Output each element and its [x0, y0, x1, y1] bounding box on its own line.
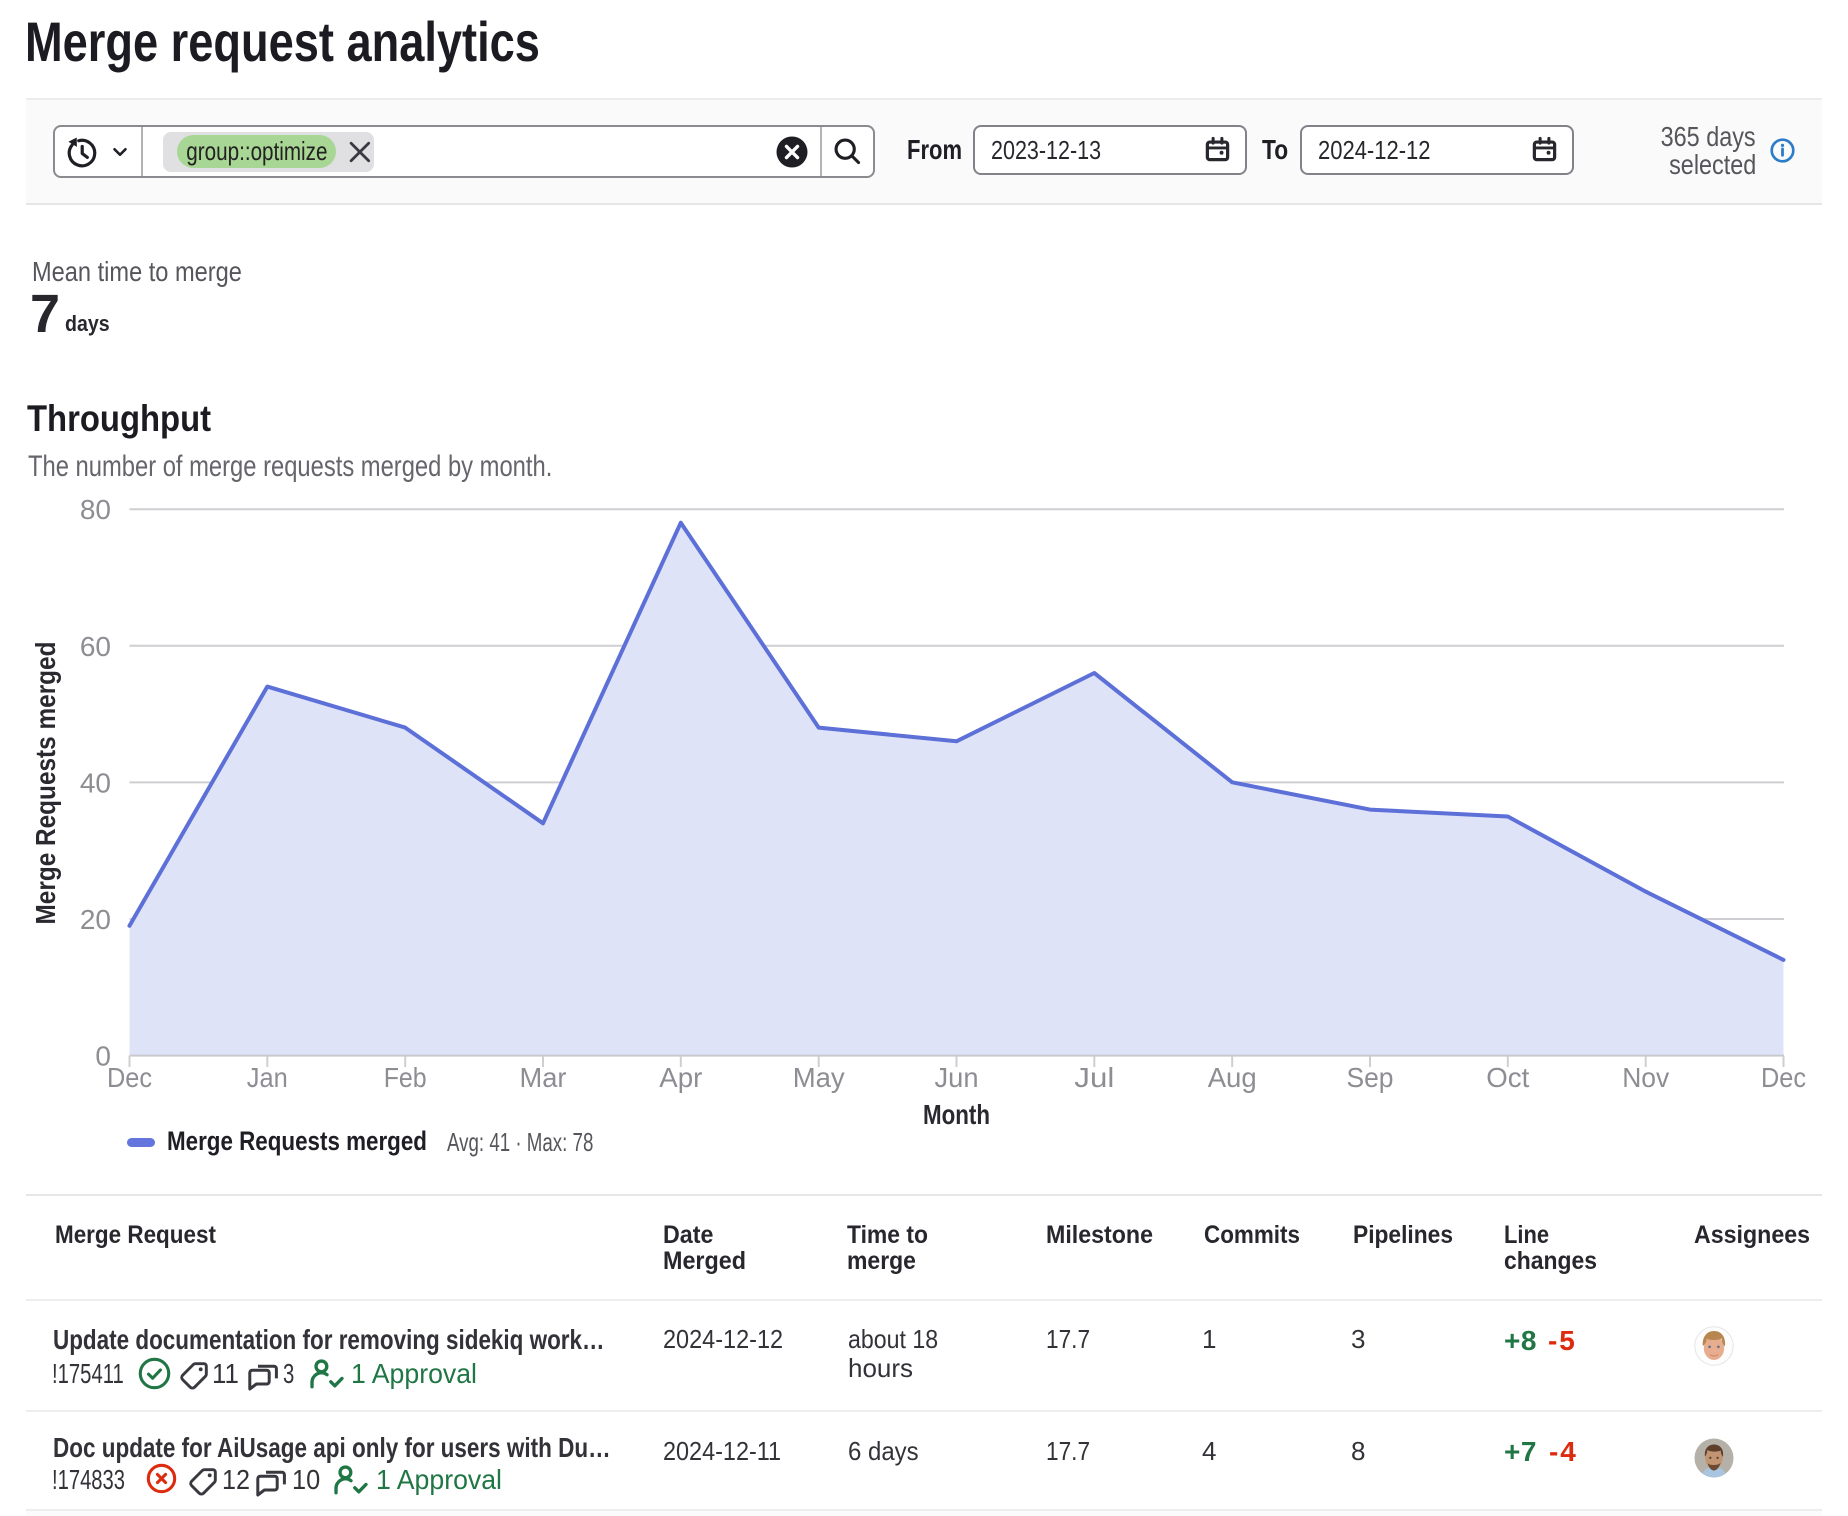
svg-text:Dec: Dec: [107, 1062, 152, 1093]
svg-text:Dec: Dec: [1761, 1062, 1806, 1093]
svg-text:Sep: Sep: [1347, 1062, 1394, 1093]
svg-text:Nov: Nov: [1622, 1062, 1669, 1093]
svg-text:Oct: Oct: [1486, 1062, 1529, 1093]
svg-text:Mar: Mar: [520, 1062, 567, 1093]
svg-text:Jul: Jul: [1074, 1062, 1114, 1093]
svg-text:40: 40: [80, 767, 111, 798]
svg-text:Jun: Jun: [935, 1062, 979, 1093]
svg-text:Merge Requests merged: Merge Requests merged: [30, 642, 61, 925]
svg-text:Feb: Feb: [384, 1062, 427, 1093]
svg-text:60: 60: [80, 631, 111, 662]
svg-text:20: 20: [80, 904, 111, 935]
svg-text:Aug: Aug: [1208, 1062, 1257, 1093]
svg-text:Jan: Jan: [247, 1062, 288, 1093]
svg-text:80: 80: [80, 494, 111, 525]
svg-text:Apr: Apr: [659, 1062, 702, 1093]
svg-text:Month: Month: [923, 1099, 990, 1130]
svg-text:May: May: [793, 1062, 845, 1093]
